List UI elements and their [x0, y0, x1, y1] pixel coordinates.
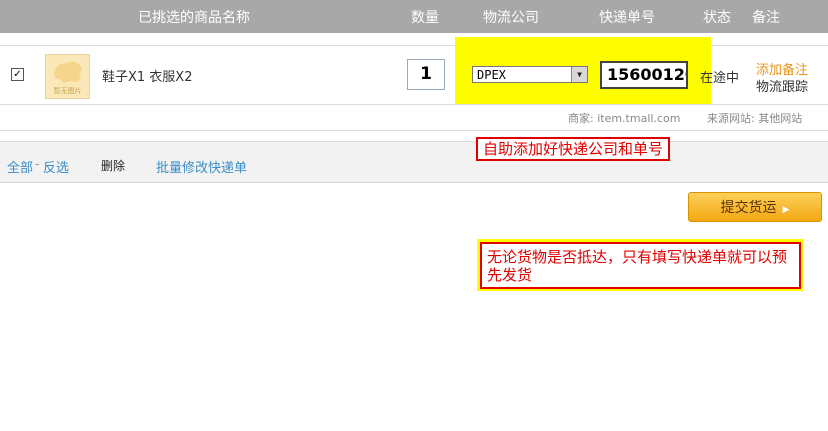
delete-link[interactable]: 删除	[101, 157, 125, 174]
merchant-info: 商家: item.tmall.com	[568, 112, 681, 125]
header-quantity: 数量	[411, 10, 439, 26]
submit-shipment-button[interactable]: 提交货运 ▶	[688, 192, 822, 222]
row-divider	[0, 104, 828, 105]
batch-edit-link[interactable]: 批量修改快递单	[156, 157, 247, 176]
header-logistics: 物流公司	[483, 10, 539, 26]
thumbnail-caption: 暂无图片	[53, 87, 82, 95]
product-thumbnail: 暂无图片	[45, 54, 90, 99]
track-logistics-link[interactable]: 物流跟踪	[756, 76, 808, 95]
item-status: 在途中	[700, 71, 740, 86]
select-all-link[interactable]: 全部	[7, 157, 33, 176]
item-checkbox[interactable]: ✓	[11, 68, 24, 81]
header-status: 状态	[703, 10, 731, 26]
row-divider	[0, 130, 828, 131]
chevron-down-icon[interactable]: ▼	[571, 67, 587, 82]
annotation-ship-early: 无论货物是否抵达，只有填写快递单就可以预先发货	[480, 242, 801, 289]
invert-selection-link[interactable]: 反选	[43, 157, 69, 176]
header-remark: 备注	[752, 10, 780, 26]
quantity-field[interactable]: 1	[407, 59, 445, 90]
tracking-number-input[interactable]: 15600120	[600, 61, 688, 89]
chevron-right-icon: ▶	[782, 205, 790, 215]
separator: -	[35, 157, 40, 172]
header-tracking: 快递单号	[599, 10, 655, 26]
carrier-select[interactable]: DPEX ▼	[472, 66, 588, 83]
header-product: 已挑选的商品名称	[138, 10, 250, 26]
product-name: 鞋子X1 衣服X2	[102, 70, 193, 85]
annotation-carrier: 自助添加好快递公司和单号	[476, 137, 671, 161]
table-header: 已挑选的商品名称 数量 物流公司 快递单号 状态 备注	[0, 0, 828, 33]
source-info: 来源网站: 其他网站	[707, 112, 803, 125]
submit-label: 提交货运	[720, 200, 777, 216]
carrier-value: DPEX	[477, 68, 506, 82]
